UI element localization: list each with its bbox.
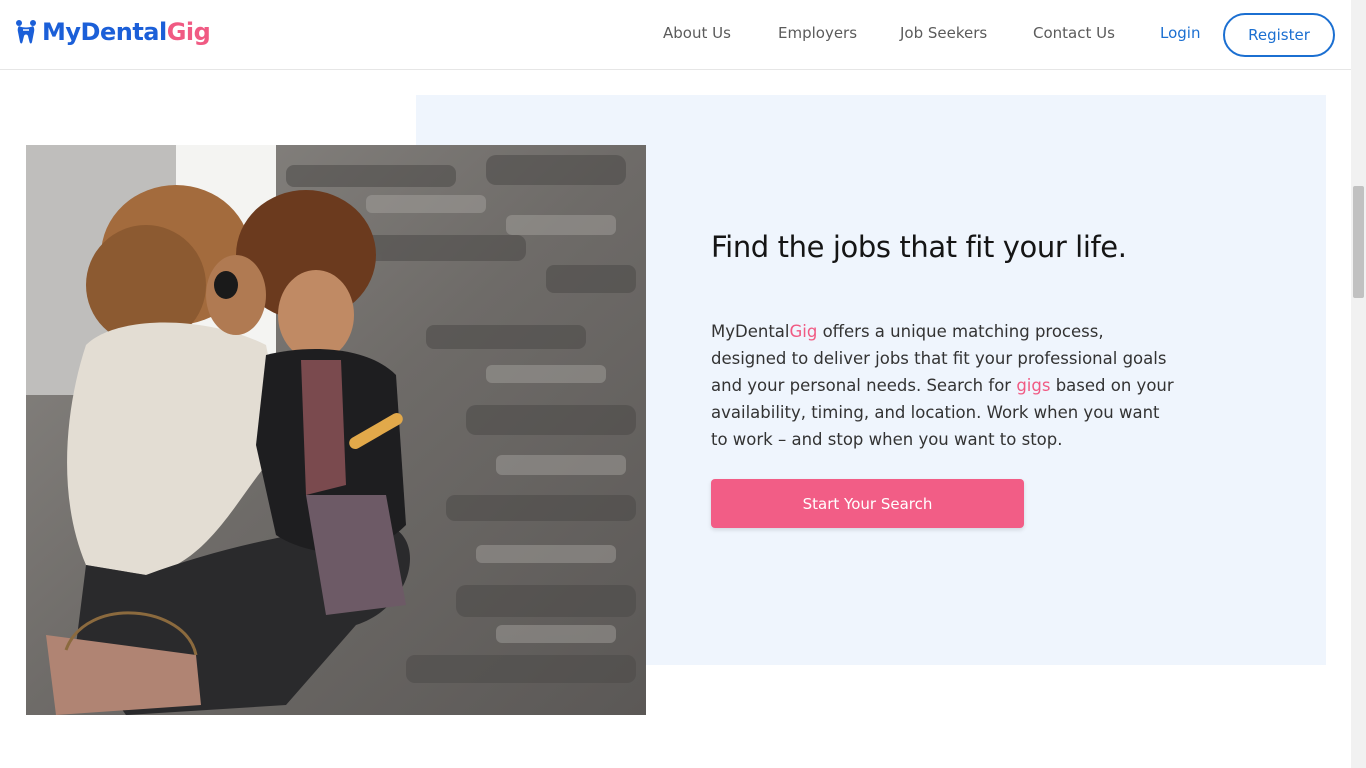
nav-job-seekers[interactable]: Job Seekers (900, 24, 987, 42)
logo-text-part1: MyDental (42, 18, 167, 46)
nav-employers[interactable]: Employers (778, 24, 857, 42)
body-brand-part2: Gig (789, 322, 818, 341)
hero-photo-illustration (26, 145, 646, 715)
nav-contact-us[interactable]: Contact Us (1033, 24, 1115, 42)
hero-content: Find the jobs that fit your life. MyDent… (711, 228, 1181, 528)
hero-photo (26, 145, 646, 715)
scrollbar-track[interactable] (1351, 0, 1366, 768)
login-link[interactable]: Login (1160, 24, 1200, 42)
register-button[interactable]: Register (1223, 13, 1335, 57)
tooth-icon (16, 20, 36, 44)
logo-text-part2: Gig (166, 18, 211, 46)
hero-body: MyDentalGig offers a unique matching pro… (711, 318, 1181, 453)
scrollbar-thumb[interactable] (1353, 186, 1364, 298)
logo-text: MyDentalGig (42, 18, 211, 46)
nav-about-us[interactable]: About Us (663, 24, 731, 42)
logo[interactable]: MyDentalGig (14, 18, 211, 46)
start-search-button[interactable]: Start Your Search (711, 479, 1024, 528)
hero-heading: Find the jobs that fit your life. (711, 230, 1127, 264)
site-header: MyDentalGig About Us Employers Job Seeke… (0, 0, 1351, 70)
gigs-highlight: gigs (1016, 376, 1051, 395)
body-brand-part1: MyDental (711, 322, 790, 341)
